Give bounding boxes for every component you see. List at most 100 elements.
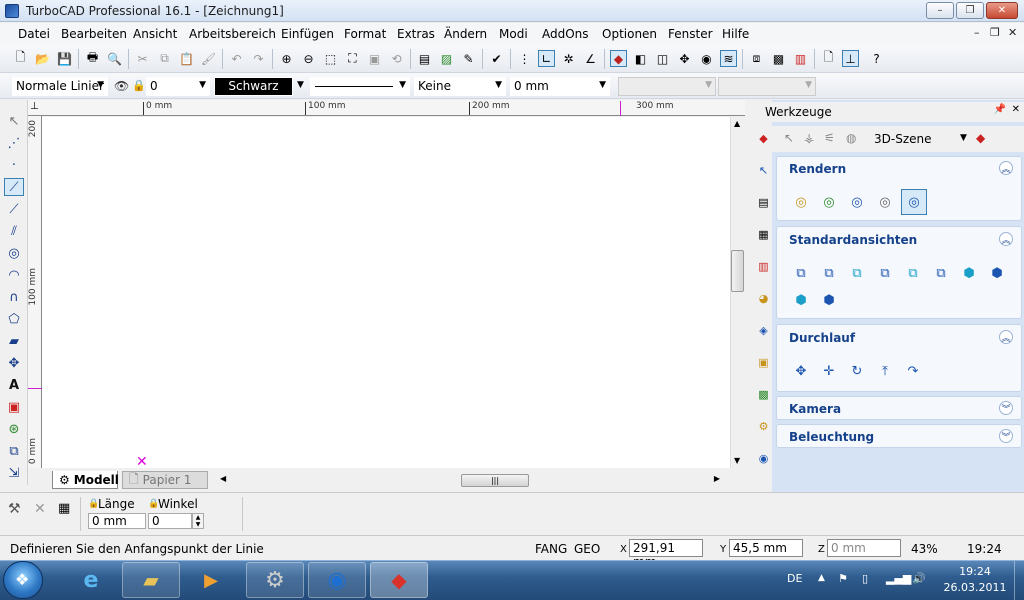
view-front-icon[interactable]: ⧉ (791, 263, 811, 283)
device-icon[interactable]: ▯ (862, 572, 868, 585)
undo-icon[interactable]: ↶ (228, 50, 245, 67)
multiline-icon[interactable]: ⫽ (4, 222, 24, 240)
taskbar-explorer[interactable]: ▰ (122, 562, 180, 598)
view-iso-se-icon[interactable]: ⬢ (959, 263, 979, 283)
view-3d-icon[interactable]: ◧ (632, 50, 649, 67)
color-chevron-down-icon[interactable]: ▼ (297, 80, 304, 90)
luminance-icon[interactable]: ▣ (755, 354, 772, 371)
chevron-down-icon[interactable]: ︾ (999, 401, 1013, 415)
color-dropdown[interactable]: Schwarz (214, 77, 293, 96)
start-button[interactable]: ❖ (3, 561, 43, 599)
view-top-icon[interactable]: ⧉ (847, 263, 867, 283)
pointer-icon[interactable]: ↖ (784, 131, 794, 145)
layer-dropdown[interactable]: 0 ▼ (146, 77, 210, 96)
insert-image-icon[interactable]: ▨ (438, 50, 455, 67)
render-quality-icon[interactable]: ◎ (875, 192, 895, 212)
lock-icon[interactable]: 🔒 (132, 79, 146, 92)
menu-optionen[interactable]: Optionen (602, 27, 657, 41)
taskbar-media-player[interactable]: ▶ (182, 562, 240, 598)
selection-info-icon[interactable]: ↖ (755, 162, 772, 179)
menu-arbeitsbereich[interactable]: Arbeitsbereich (189, 27, 276, 41)
menu-aendern[interactable]: Ändern (444, 27, 487, 41)
value-table-icon[interactable]: ▦ (58, 501, 70, 516)
select-arrow-icon[interactable]: ↖ (4, 112, 24, 130)
show-hidden-icons-icon[interactable]: ▲ (818, 573, 825, 583)
zoom-extents-icon[interactable]: ⛶ (344, 50, 361, 67)
color-palette-icon[interactable]: ▥ (755, 258, 772, 275)
image-palette-icon[interactable]: ▩ (755, 386, 772, 403)
section-title[interactable]: Standardansichten (789, 233, 917, 247)
symbol-icon[interactable]: ⊛ (4, 420, 24, 438)
print-preview-icon[interactable]: 🔍 (106, 50, 123, 67)
circle-icon[interactable]: ◎ (4, 244, 24, 262)
volume-icon[interactable]: 🔊 (912, 572, 926, 585)
grid-icon[interactable]: ⋮ (516, 50, 533, 67)
chevron-down-icon[interactable]: ︾ (999, 429, 1013, 443)
view-bottom-icon[interactable]: ⧉ (875, 263, 895, 283)
save-icon[interactable]: 💾 (56, 50, 73, 67)
render-redsdk-icon[interactable]: ◎ (901, 189, 927, 215)
polyline-icon[interactable]: ⟋ (4, 200, 24, 218)
workplane-icon[interactable]: ◫ (654, 50, 671, 67)
view-right-icon[interactable]: ⧉ (931, 263, 951, 283)
section-title[interactable]: Rendern (789, 162, 846, 176)
snap-fang-toggle[interactable]: FANG (535, 542, 567, 556)
chevron-up-icon[interactable]: ︽ (999, 330, 1013, 344)
disabled-dropdown-2[interactable]: ▼ (718, 77, 816, 96)
menu-ansicht[interactable]: Ansicht (133, 27, 177, 41)
y-coordinate-field[interactable]: 45,5 mm (729, 539, 803, 557)
taskbar-turbocad[interactable]: ◆ (370, 562, 428, 598)
view-iso-nw-icon[interactable]: ⬢ (819, 290, 839, 310)
section-title[interactable]: Beleuchtung (789, 430, 874, 444)
mdi-minimize-button[interactable]: – (974, 26, 980, 39)
network-signal-icon[interactable]: ▂▄▆ (886, 572, 911, 585)
transform-icon[interactable]: ⇲ (4, 464, 24, 482)
hatch-icon[interactable]: ▰ (4, 332, 24, 350)
rotate-icon[interactable]: ↻ (847, 361, 867, 381)
vertical-scrollbar[interactable]: ▲ ▼ (730, 117, 745, 468)
snap-icon[interactable]: ✲ (560, 50, 577, 67)
action-center-flag-icon[interactable]: ⚑ (838, 572, 848, 585)
open-folder-icon[interactable]: 📂 (34, 50, 51, 67)
show-desktop-button[interactable] (1014, 561, 1024, 600)
menu-extras[interactable]: Extras (397, 27, 435, 41)
polygon-icon[interactable]: ⬠ (4, 310, 24, 328)
blocks-icon[interactable]: ⧈ (748, 50, 765, 67)
render-hidden-icon[interactable]: ◎ (819, 192, 839, 212)
scene-chevron-down-icon[interactable]: ▼ (960, 133, 967, 143)
render-draft-icon[interactable]: ◎ (847, 192, 867, 212)
scroll-down-icon[interactable]: ▼ (734, 456, 740, 465)
section-title[interactable]: Durchlauf (789, 331, 855, 345)
tab-model[interactable]: ⚙ Modell (52, 471, 119, 489)
drawing-canvas[interactable]: ✕ (42, 117, 730, 469)
arc-icon[interactable]: ◠ (4, 266, 24, 284)
text-tool-icon[interactable]: A (4, 376, 24, 394)
materials-icon[interactable]: ▩ (770, 50, 787, 67)
cancel-tool-icon[interactable]: ✕ (34, 501, 46, 517)
panel-close-icon[interactable]: ✕ (1012, 104, 1020, 115)
colors-icon[interactable]: ▥ (792, 50, 809, 67)
zoom-page-icon[interactable]: ▣ (366, 50, 383, 67)
line-tool-icon[interactable]: ⟋ (4, 178, 24, 196)
taskbar-clock[interactable]: 19:24 26.03.2011 (940, 564, 1010, 596)
chevron-up-icon[interactable]: ︽ (999, 232, 1013, 246)
page-setup-icon[interactable]: 🗋 (820, 50, 837, 67)
x-coordinate-field[interactable]: 291,91 mm (629, 539, 703, 569)
mdi-restore-button[interactable]: ❐ (990, 26, 1000, 39)
environment-icon[interactable]: ◍ (846, 131, 856, 145)
thickness-dropdown[interactable]: 0 mm ▼ (510, 77, 610, 96)
taskbar-app-gear[interactable]: ⚙ (246, 562, 304, 598)
length-input[interactable]: 0 mm (88, 513, 146, 529)
scroll-right-icon[interactable]: ▶ (714, 474, 720, 483)
turn-icon[interactable]: ↷ (903, 361, 923, 381)
view-left-icon[interactable]: ⧉ (903, 263, 923, 283)
symbol-library-icon[interactable]: ▦ (755, 226, 772, 243)
properties-icon[interactable]: ✎ (460, 50, 477, 67)
taskbar-ie[interactable]: e (62, 562, 120, 598)
zoom-out-icon[interactable]: ⊖ (300, 50, 317, 67)
move-icon[interactable]: ✥ (4, 354, 24, 372)
new-file-icon[interactable]: 🗋 (12, 50, 29, 67)
gears-icon[interactable]: ⚙ (755, 418, 772, 435)
copy-tool-icon[interactable]: ⧉ (4, 442, 24, 460)
menu-einfuegen[interactable]: Einfügen (281, 27, 334, 41)
